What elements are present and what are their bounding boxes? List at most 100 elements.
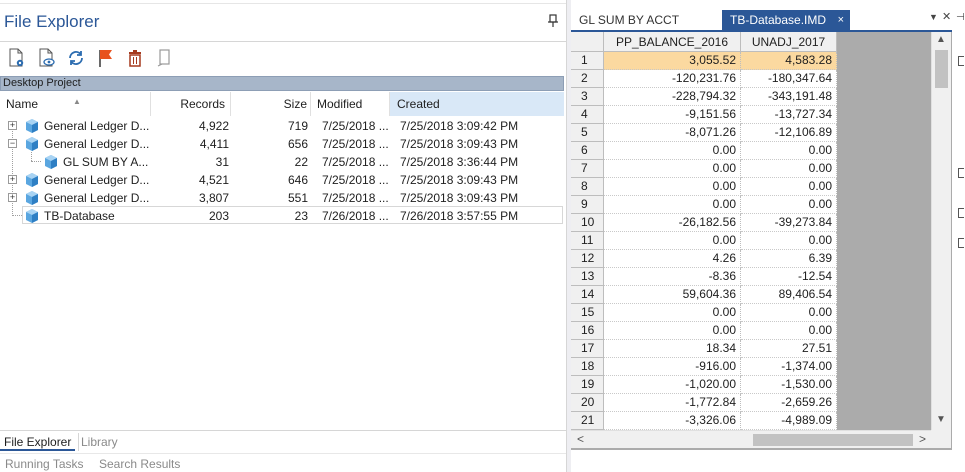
grid-row[interactable]: 20 -1,772.84 -2,659.26 [571,394,837,412]
horizontal-scrollbar[interactable]: < > [571,430,931,448]
close-document-icon[interactable]: ✕ [942,10,951,23]
grid-row[interactable]: 17 18.34 27.51 [571,340,837,358]
cell-unadj-2017[interactable]: 6.39 [741,250,837,268]
row-number[interactable]: 18 [571,358,604,376]
horizontal-scroll-thumb[interactable] [753,434,913,446]
tree-row[interactable]: − General Ledger D... 4,411 656 7/25/201… [0,135,564,153]
row-number[interactable]: 9 [571,196,604,214]
side-panel-tab-icon[interactable] [958,208,964,218]
new-file-settings-icon[interactable] [6,47,28,69]
grid-row[interactable]: 19 -1,020.00 -1,530.00 [571,376,837,394]
grid-row[interactable]: 5 -8,071.26 -12,106.89 [571,124,837,142]
grid-row[interactable]: 6 0.00 0.00 [571,142,837,160]
tree-row-selected[interactable]: TB-Database 203 23 7/26/2018 ... 7/26/20… [22,206,563,224]
row-number[interactable]: 14 [571,286,604,304]
vertical-scroll-thumb[interactable] [935,50,948,88]
cell-pp-balance-2016[interactable]: 18.34 [604,340,741,358]
cell-unadj-2017[interactable]: 0.00 [741,196,837,214]
grid-corner[interactable] [571,32,604,52]
delete-icon[interactable] [124,47,146,69]
tree-row[interactable]: + General Ledger D... 4,922 719 7/25/201… [0,117,564,135]
grid-row[interactable]: 21 -3,326.06 -4,989.09 [571,412,837,430]
grid-row[interactable]: 10 -26,182.56 -39,273.84 [571,214,837,232]
grid-row[interactable]: 3 -228,794.32 -343,191.48 [571,88,837,106]
row-number[interactable]: 16 [571,322,604,340]
side-panel-tab-icon[interactable] [958,56,964,66]
scroll-up-icon[interactable]: ▲ [936,34,946,45]
grid-row[interactable]: 7 0.00 0.00 [571,160,837,178]
column-header-records[interactable]: Records [151,92,231,116]
cell-pp-balance-2016[interactable]: 0.00 [604,232,741,250]
cell-pp-balance-2016[interactable]: 59,604.36 [604,286,741,304]
cell-pp-balance-2016[interactable]: -1,020.00 [604,376,741,394]
grid-row[interactable]: 12 4.26 6.39 [571,250,837,268]
collapse-toggle[interactable]: − [8,139,17,148]
cell-unadj-2017[interactable]: 0.00 [741,160,837,178]
cell-pp-balance-2016[interactable]: 0.00 [604,322,741,340]
grid-row[interactable]: 15 0.00 0.00 [571,304,837,322]
row-number[interactable]: 10 [571,214,604,232]
cell-pp-balance-2016[interactable]: 0.00 [604,304,741,322]
row-number[interactable]: 17 [571,340,604,358]
device-icon[interactable] [153,47,175,69]
tab-file-explorer[interactable]: File Explorer [0,433,76,451]
cell-unadj-2017[interactable]: -39,273.84 [741,214,837,232]
row-number[interactable]: 7 [571,160,604,178]
cell-unadj-2017[interactable]: -180,347.64 [741,70,837,88]
preview-file-icon[interactable] [36,47,58,69]
row-number[interactable]: 11 [571,232,604,250]
row-number[interactable]: 1 [571,52,604,70]
tab-gl-sum-by-acct[interactable]: GL SUM BY ACCT 2.IMD [571,10,720,47]
scroll-right-icon[interactable]: > [919,432,926,446]
cell-unadj-2017[interactable]: -12.54 [741,268,837,286]
cell-unadj-2017[interactable]: 0.00 [741,142,837,160]
grid-row[interactable]: 18 -916.00 -1,374.00 [571,358,837,376]
side-panel-tab-icon[interactable] [958,168,964,178]
cell-pp-balance-2016[interactable]: -916.00 [604,358,741,376]
cell-pp-balance-2016[interactable]: 3,055.52 [604,52,741,70]
cell-pp-balance-2016[interactable]: -8,071.26 [604,124,741,142]
vertical-scrollbar[interactable]: ▲ ▼ [931,32,951,430]
close-tab-icon[interactable]: × [838,10,844,30]
tab-tb-database[interactable]: TB-Database.IMD × [722,10,850,30]
pin-icon[interactable]: ⊣ [956,12,965,23]
cell-unadj-2017[interactable]: 27.51 [741,340,837,358]
flag-icon[interactable] [95,47,117,69]
row-number[interactable]: 20 [571,394,604,412]
tree-row[interactable]: + General Ledger D... 3,807 551 7/25/201… [0,189,564,207]
cell-pp-balance-2016[interactable]: -26,182.56 [604,214,741,232]
tab-running-tasks[interactable]: Running Tasks [5,457,84,471]
cell-unadj-2017[interactable]: -13,727.34 [741,106,837,124]
row-number[interactable]: 6 [571,142,604,160]
scroll-left-icon[interactable]: < [577,432,584,446]
expand-toggle[interactable]: + [8,121,17,130]
column-header-pp-balance-2016[interactable]: PP_BALANCE_2016 [604,32,741,52]
cell-unadj-2017[interactable]: 0.00 [741,304,837,322]
column-header-size[interactable]: Size [231,92,311,116]
scroll-down-icon[interactable]: ▼ [936,414,946,425]
row-number[interactable]: 8 [571,178,604,196]
grid-row[interactable]: 9 0.00 0.00 [571,196,837,214]
cell-pp-balance-2016[interactable]: -3,326.06 [604,412,741,430]
tab-list-dropdown-icon[interactable]: ▼ [929,12,938,22]
grid-row[interactable]: 16 0.00 0.00 [571,322,837,340]
tab-library[interactable]: Library [78,433,118,451]
cell-pp-balance-2016[interactable]: 0.00 [604,142,741,160]
refresh-icon[interactable] [65,47,87,69]
grid-row[interactable]: 11 0.00 0.00 [571,232,837,250]
row-number[interactable]: 13 [571,268,604,286]
row-number[interactable]: 15 [571,304,604,322]
grid-row[interactable]: 8 0.00 0.00 [571,178,837,196]
grid-row[interactable]: 13 -8.36 -12.54 [571,268,837,286]
expand-toggle[interactable]: + [8,193,17,202]
cell-unadj-2017[interactable]: 89,406.54 [741,286,837,304]
cell-unadj-2017[interactable]: 0.00 [741,322,837,340]
row-number[interactable]: 12 [571,250,604,268]
cell-unadj-2017[interactable]: -12,106.89 [741,124,837,142]
tree-row[interactable]: + General Ledger D... 4,521 646 7/25/201… [0,171,564,189]
cell-pp-balance-2016[interactable]: -120,231.76 [604,70,741,88]
row-number[interactable]: 19 [571,376,604,394]
pin-icon[interactable] [547,14,559,28]
tree-row[interactable]: GL SUM BY A... 31 22 7/25/2018 ... 7/25/… [0,153,564,171]
cell-pp-balance-2016[interactable]: 4.26 [604,250,741,268]
